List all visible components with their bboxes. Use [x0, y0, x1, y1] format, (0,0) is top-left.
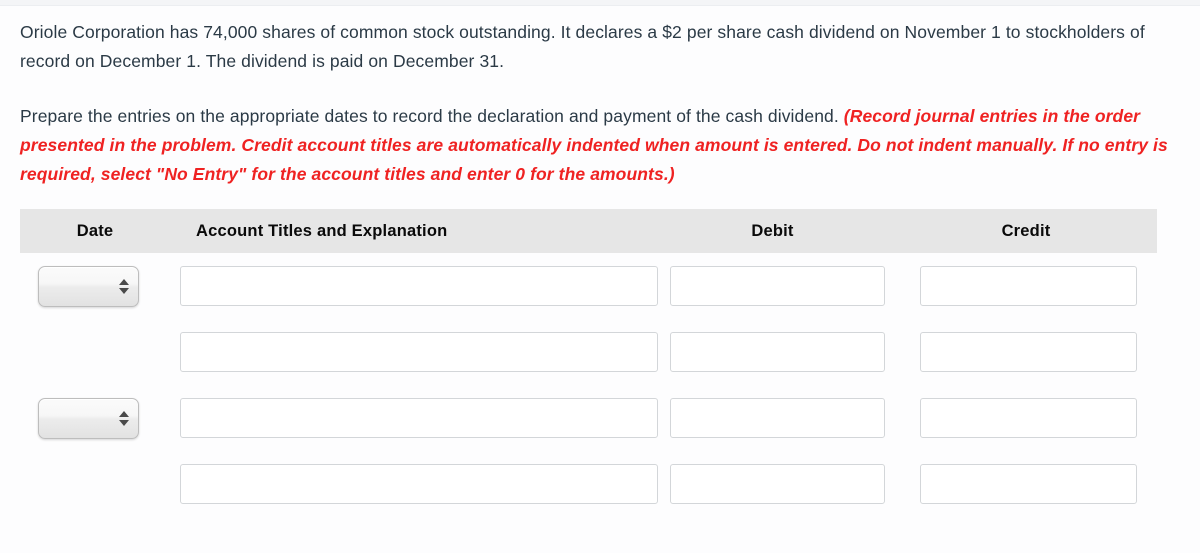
- cell-debit: [650, 319, 895, 372]
- debit-input-2[interactable]: [670, 398, 885, 438]
- cell-account: [170, 253, 658, 306]
- debit-input-0[interactable]: [670, 266, 885, 306]
- table-header-row: Date Account Titles and Explanation Debi…: [20, 209, 1157, 253]
- page-root: Oriole Corporation has 74,000 shares of …: [0, 0, 1200, 553]
- chevron-updown-icon: [118, 275, 129, 299]
- debit-input-3[interactable]: [670, 464, 885, 504]
- date-select-0[interactable]: [38, 266, 139, 307]
- date-cell-empty: [38, 332, 139, 373]
- cell-credit: [895, 451, 1157, 504]
- cell-date: [20, 319, 170, 373]
- credit-input-1[interactable]: [920, 332, 1137, 372]
- cell-debit: [650, 451, 895, 504]
- cell-debit: [650, 385, 895, 438]
- account-input-2[interactable]: [180, 398, 658, 438]
- chevron-updown-icon: [118, 407, 129, 431]
- table-row: [20, 385, 1157, 451]
- cell-credit: [895, 253, 1157, 306]
- cell-date: [20, 253, 170, 307]
- credit-input-0[interactable]: [920, 266, 1137, 306]
- table-body: [20, 253, 1157, 517]
- column-header-account: Account Titles and Explanation: [196, 221, 448, 240]
- cell-credit: [895, 385, 1157, 438]
- account-input-1[interactable]: [180, 332, 658, 372]
- cell-account: [170, 451, 658, 504]
- cell-account: [170, 385, 658, 438]
- cell-date: [20, 385, 170, 439]
- page-content: Oriole Corporation has 74,000 shares of …: [0, 6, 1200, 553]
- column-header-date: Date: [76, 221, 114, 240]
- column-header-debit: Debit: [751, 221, 794, 240]
- cell-credit: [895, 319, 1157, 372]
- journal-entry-table: Date Account Titles and Explanation Debi…: [20, 209, 1157, 517]
- cell-account: [170, 319, 658, 372]
- credit-input-2[interactable]: [920, 398, 1137, 438]
- date-select-2[interactable]: [38, 398, 139, 439]
- instruction-plain-text: Prepare the entries on the appropriate d…: [20, 106, 844, 126]
- date-cell-empty: [38, 464, 139, 505]
- table-row: [20, 319, 1157, 385]
- cell-debit: [650, 253, 895, 306]
- cell-date: [20, 451, 170, 505]
- account-input-0[interactable]: [180, 266, 658, 306]
- table-row: [20, 253, 1157, 319]
- column-header-credit: Credit: [1001, 221, 1051, 240]
- credit-input-3[interactable]: [920, 464, 1137, 504]
- problem-instruction-paragraph: Prepare the entries on the appropriate d…: [20, 102, 1180, 189]
- table-row: [20, 451, 1157, 517]
- debit-input-1[interactable]: [670, 332, 885, 372]
- account-input-3[interactable]: [180, 464, 658, 504]
- problem-statement-paragraph: Oriole Corporation has 74,000 shares of …: [20, 22, 1145, 71]
